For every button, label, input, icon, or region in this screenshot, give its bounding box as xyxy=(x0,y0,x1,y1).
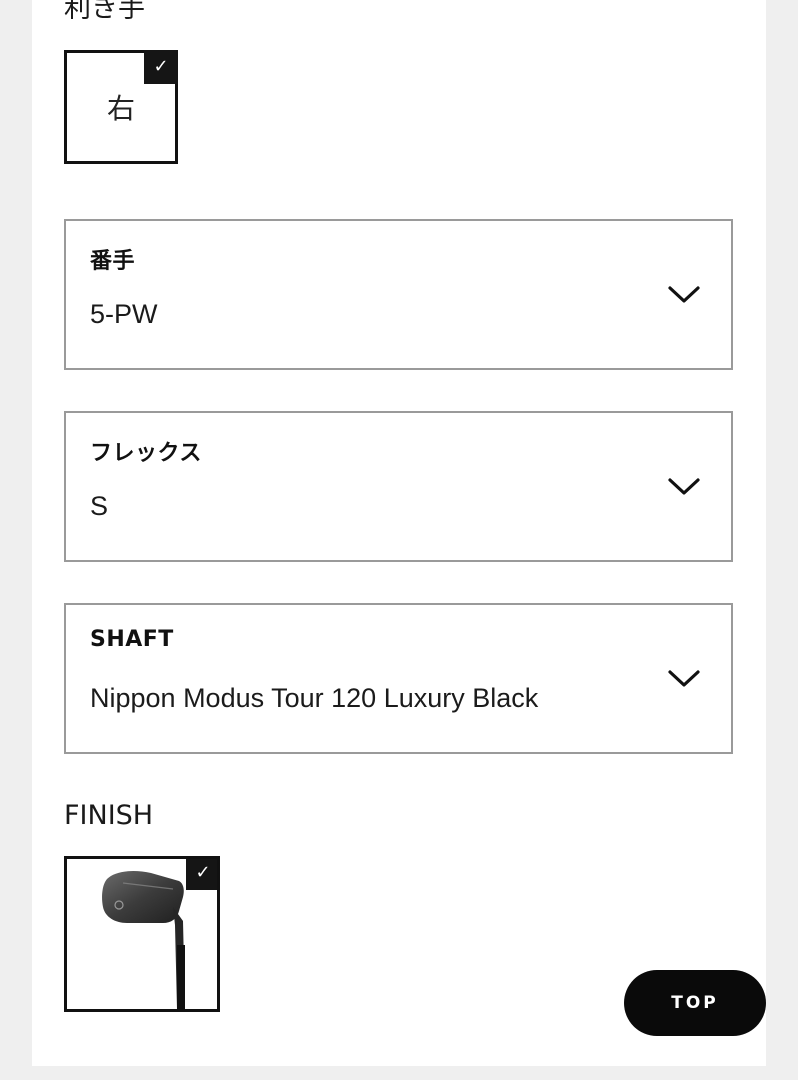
checkmark-icon: ✓ xyxy=(144,50,178,84)
shaft-select[interactable]: SHAFT Nippon Modus Tour 120 Luxury Black xyxy=(64,603,733,754)
dominant-hand-right-option[interactable]: 右 ✓ xyxy=(64,50,178,164)
club-number-select[interactable]: 番手 5-PW xyxy=(64,219,733,370)
finish-option-black[interactable]: ✓ xyxy=(64,856,220,1012)
finish-label: FINISH xyxy=(64,800,154,831)
shaft-label: SHAFT xyxy=(90,627,174,652)
shaft-value: Nippon Modus Tour 120 Luxury Black xyxy=(90,683,539,713)
flex-value: S xyxy=(90,491,109,521)
page-bottom-strip xyxy=(0,1066,798,1080)
chevron-down-icon xyxy=(668,670,700,687)
club-number-label: 番手 xyxy=(90,249,136,274)
flex-select[interactable]: フレックス S xyxy=(64,411,733,562)
checkmark-icon: ✓ xyxy=(186,859,217,890)
dominant-hand-label: 利き手 xyxy=(64,0,145,24)
dominant-hand-option-text: 右 xyxy=(106,92,135,125)
flex-label: フレックス xyxy=(90,441,202,466)
chevron-down-icon xyxy=(668,478,700,495)
club-number-value: 5-PW xyxy=(90,299,158,329)
chevron-down-icon xyxy=(668,286,700,303)
back-to-top-button[interactable]: TOP xyxy=(624,970,766,1036)
